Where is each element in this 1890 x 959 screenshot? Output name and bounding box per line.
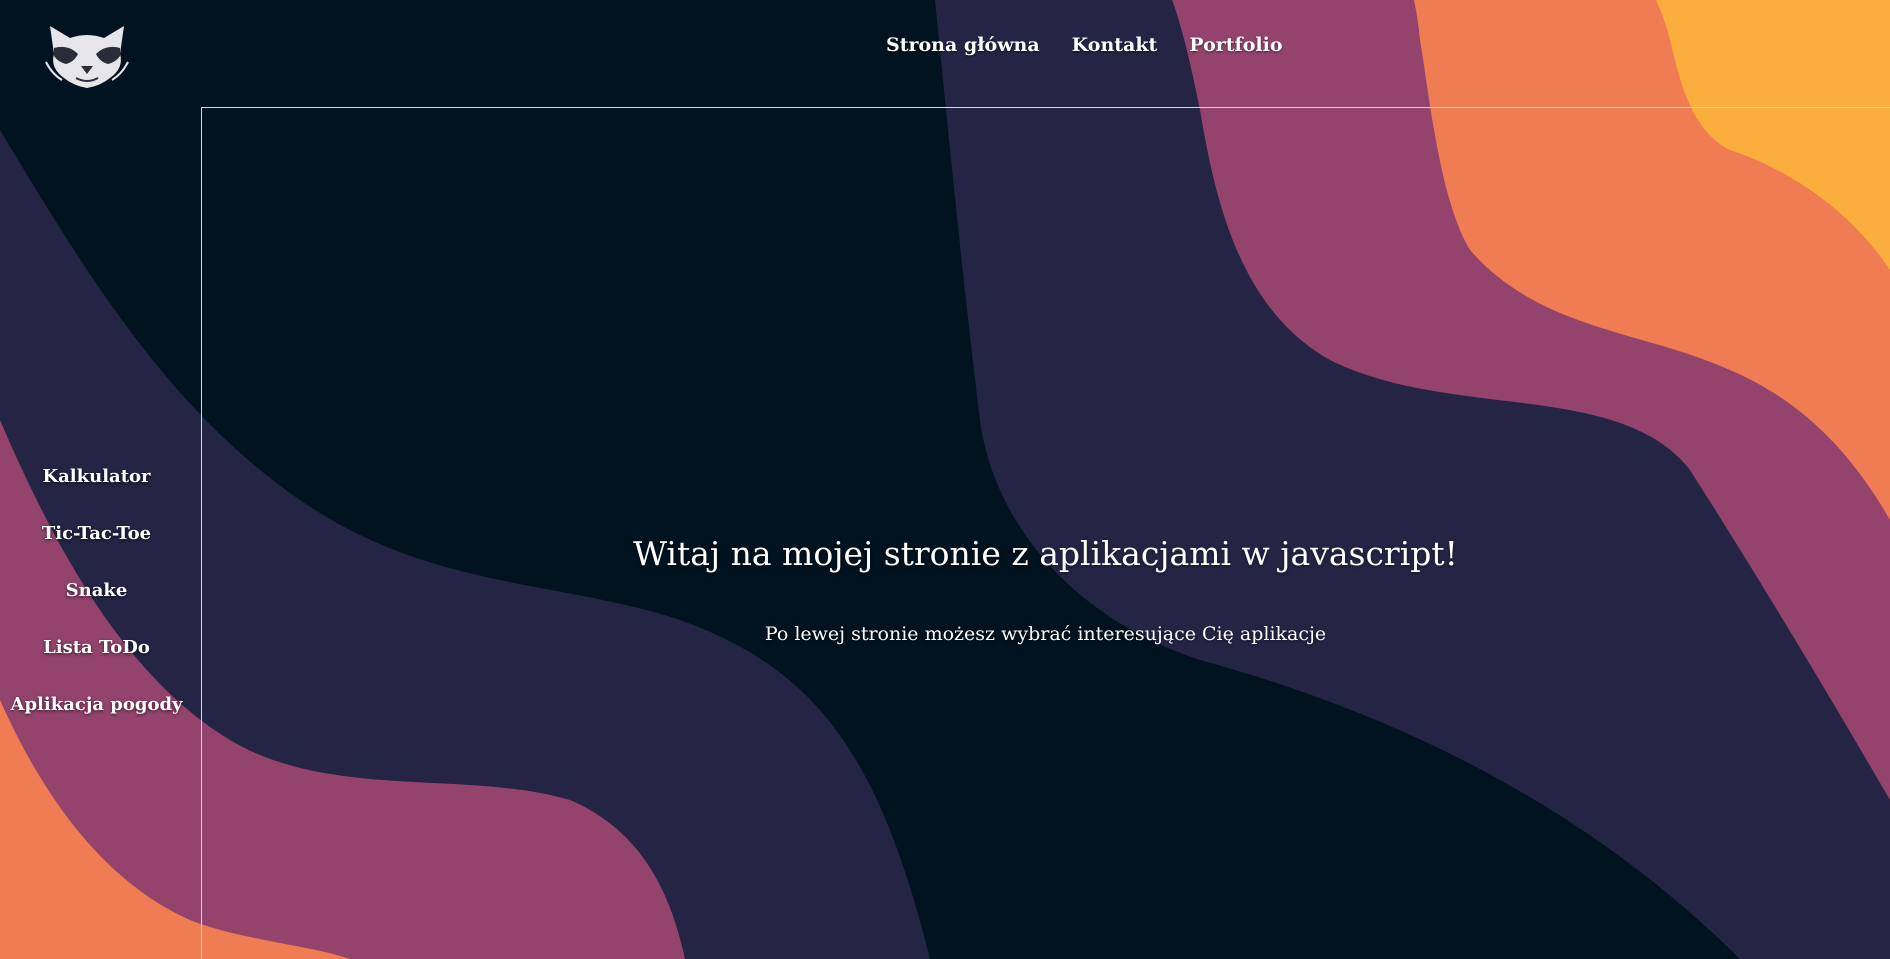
side-navigation: Kalkulator Tic-Tac-Toe Snake Lista ToDo …: [0, 463, 193, 719]
side-link-weather-app[interactable]: Aplikacja pogody: [11, 691, 183, 719]
nav-link-contact[interactable]: Kontakt: [1072, 34, 1158, 56]
nav-link-portfolio[interactable]: Portfolio: [1189, 34, 1282, 56]
side-link-tic-tac-toe[interactable]: Tic-Tac-Toe: [42, 520, 151, 548]
side-link-snake[interactable]: Snake: [66, 577, 128, 605]
raccoon-logo-icon: [45, 26, 129, 88]
site-logo[interactable]: [44, 24, 130, 90]
top-navigation: Strona główna Kontakt Portfolio: [886, 34, 1283, 56]
welcome-heading: Witaj na mojej stronie z aplikacjami w j…: [633, 534, 1458, 573]
nav-link-home[interactable]: Strona główna: [886, 34, 1040, 56]
welcome-subtext: Po lewej stronie możesz wybrać interesuj…: [764, 623, 1327, 645]
side-link-calculator[interactable]: Kalkulator: [42, 463, 150, 491]
content-frame: [201, 107, 1890, 959]
side-link-todo-list[interactable]: Lista ToDo: [43, 634, 150, 662]
